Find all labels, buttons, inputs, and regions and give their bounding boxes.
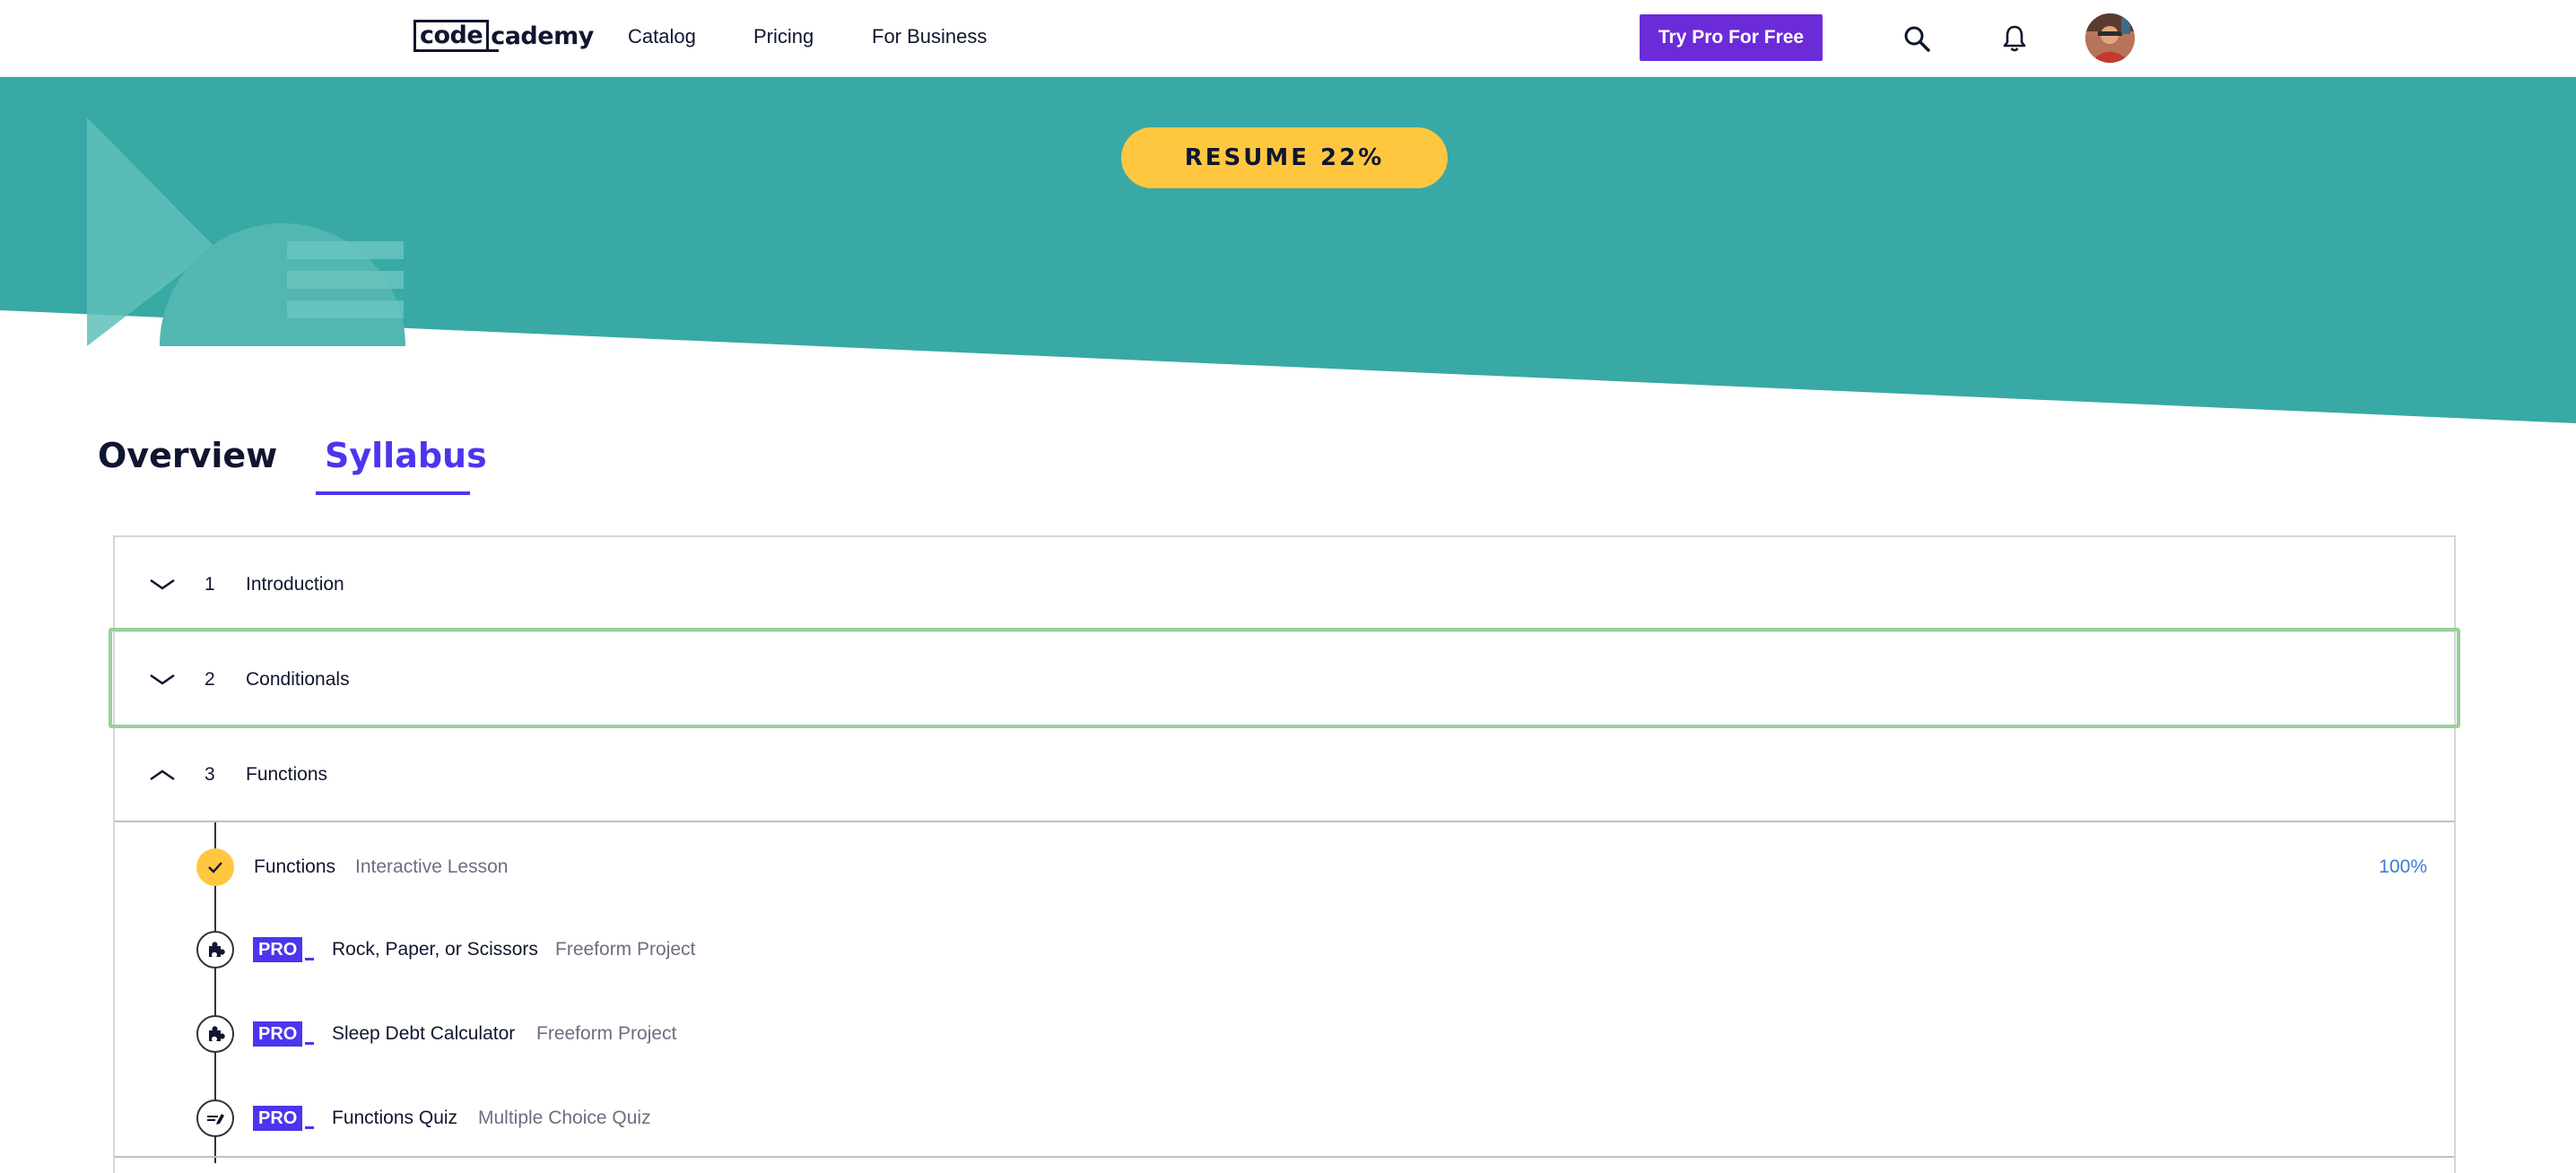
pro-badge: PRO [253,1021,315,1047]
lesson-row[interactable]: PRO Rock, Paper, or Scissors Freeform Pr… [115,923,2454,977]
nav-link-for-business[interactable]: For Business [872,25,987,48]
module-row-introduction[interactable]: 1 Introduction [115,537,2454,632]
puzzle-icon [196,1015,234,1053]
nav-link-pricing[interactable]: Pricing [753,25,814,48]
lesson-title: Sleep Debt Calculator [332,1023,516,1044]
lesson-type: Multiple Choice Quiz [478,1108,651,1128]
lesson-progress: 100% [2379,856,2427,877]
lesson-list: Functions Interactive Lesson 100% PRO Ro… [115,821,2454,1173]
active-tab-indicator [316,491,470,495]
module-number: 2 [205,669,215,690]
resume-button[interactable]: RESUME 22% [1121,127,1448,188]
logo-box-text: code [413,20,500,52]
lesson-title: Functions Quiz [332,1108,458,1128]
search-icon[interactable] [1898,20,1936,57]
chevron-up-icon [147,760,178,790]
lesson-type: Freeform Project [536,1023,677,1044]
nav-link-catalog[interactable]: Catalog [628,25,696,48]
lesson-title: Functions [254,856,336,877]
lesson-row[interactable]: Functions Interactive Lesson 100% [115,840,2454,894]
lesson-title: Rock, Paper, or Scissors [332,939,538,960]
module-title: Introduction [246,574,344,595]
module-title: Conditionals [246,669,350,690]
lesson-type: Freeform Project [555,939,696,960]
lesson-row[interactable]: PRO Functions Quiz Multiple Choice Quiz [115,1091,2454,1145]
lesson-row[interactable]: PRO Sleep Debt Calculator Freeform Proje… [115,1007,2454,1061]
check-icon [196,848,234,886]
puzzle-icon [196,931,234,969]
module-title: Functions [246,764,328,785]
top-navigation: code cademy Catalog Pricing For Business… [0,0,2576,77]
bell-icon[interactable] [1996,20,2033,57]
pro-badge-label: PRO [253,937,303,962]
hero-banner: RESUME 22% [0,77,2576,423]
module-number: 1 [205,574,215,595]
divider [115,1156,2454,1158]
user-avatar[interactable] [2085,13,2135,63]
pro-badge: PRO [253,1106,315,1131]
tab-overview[interactable]: Overview [98,436,277,475]
tab-syllabus[interactable]: Syllabus [325,436,487,475]
try-pro-button[interactable]: Try Pro For Free [1640,14,1823,61]
pro-badge-label: PRO [253,1021,303,1047]
syllabus-list: 1 Introduction 2 Conditionals 3 Function… [113,535,2456,1173]
chevron-down-icon [147,665,178,695]
module-row-conditionals[interactable]: 2 Conditionals [115,632,2454,727]
logo-rest-text: cademy [491,22,594,50]
chevron-down-icon [147,569,178,600]
lesson-type: Interactive Lesson [355,856,509,877]
pro-badge-label: PRO [253,1106,303,1131]
quiz-icon [196,1099,234,1137]
module-row-functions[interactable]: 3 Functions [115,727,2454,822]
module-number: 3 [205,764,215,785]
pro-badge: PRO [253,937,315,962]
codecademy-logo[interactable]: code cademy [413,18,594,54]
